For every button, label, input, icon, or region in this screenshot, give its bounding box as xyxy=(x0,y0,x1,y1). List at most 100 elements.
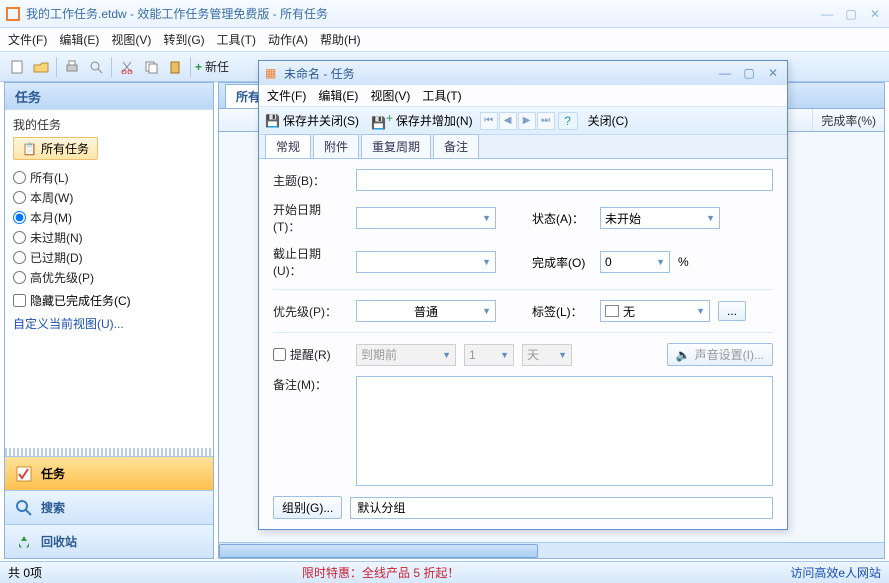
print-icon[interactable] xyxy=(61,56,83,78)
close-button-text[interactable]: 关闭(C) xyxy=(588,112,629,129)
dialog-minimize-button[interactable]: — xyxy=(717,66,733,80)
sound-button: 🔈声音设置(I)... xyxy=(667,343,773,366)
radio-month[interactable]: 本月(M) xyxy=(13,209,205,226)
dialog-form: 主题(B)： 开始日期(T)： ▼ 状态(A)： 未开始▼ 截止日期(U)： ▼… xyxy=(259,159,787,529)
dlg-menu-file[interactable]: 文件(F) xyxy=(267,87,306,104)
nav-tasks[interactable]: 任务 xyxy=(5,456,213,490)
dialog-close-button[interactable]: ✕ xyxy=(765,66,781,80)
menu-help[interactable]: 帮助(H) xyxy=(320,31,361,48)
due-label: 截止日期(U)： xyxy=(273,245,348,279)
customize-view-link[interactable]: 自定义当前视图(U)... xyxy=(13,315,124,332)
remind-check[interactable]: 提醒(R) xyxy=(273,346,348,363)
cut-icon[interactable] xyxy=(116,56,138,78)
tab-recur[interactable]: 重复周期 xyxy=(361,134,431,158)
check-icon xyxy=(15,465,33,483)
pct-spinner[interactable]: 0▼ xyxy=(600,251,670,273)
open-icon[interactable] xyxy=(30,56,52,78)
memo-label: 备注(M)： xyxy=(273,376,348,393)
tab-attach[interactable]: 附件 xyxy=(313,134,359,158)
status-link[interactable]: 访问高效e人网站 xyxy=(790,564,881,581)
save-add-icon: 💾+ xyxy=(371,111,393,130)
radio-all[interactable]: 所有(L) xyxy=(13,169,205,186)
nav-prev-icon[interactable]: ◀ xyxy=(499,112,517,130)
col-pct[interactable]: 完成率(%) xyxy=(812,109,884,131)
tags-label: 标签(L)： xyxy=(532,303,592,320)
task-icon: 📋 xyxy=(22,142,37,156)
pct-suffix: % xyxy=(678,255,689,269)
nav-last-icon[interactable]: ⏭ xyxy=(537,112,555,130)
group-button[interactable]: 组别(G)... xyxy=(273,496,342,519)
help-icon[interactable]: ? xyxy=(558,112,578,130)
task-dialog: ▦ 未命名 - 任务 — ▢ ✕ 文件(F) 编辑(E) 视图(V) 工具(T)… xyxy=(258,60,788,530)
nav-recycle[interactable]: 回收站 xyxy=(5,524,213,558)
sidebar-gripper[interactable] xyxy=(5,448,213,456)
menu-action[interactable]: 动作(A) xyxy=(268,31,308,48)
window-controls: — ▢ ✕ xyxy=(819,7,883,21)
menu-view[interactable]: 视图(V) xyxy=(111,31,151,48)
start-date-picker[interactable]: ▼ xyxy=(356,207,496,229)
search-icon xyxy=(15,499,33,517)
tab-general[interactable]: 常规 xyxy=(265,134,311,158)
copy-icon[interactable] xyxy=(140,56,162,78)
priority-label: 优先级(P)： xyxy=(273,303,348,320)
remind-unit-select: 天▼ xyxy=(522,344,572,366)
dlg-menu-edit[interactable]: 编辑(E) xyxy=(318,87,358,104)
tags-more-button[interactable]: ... xyxy=(718,301,746,321)
my-tasks-label: 我的任务 xyxy=(13,116,205,133)
dialog-toolbar: 💾 保存并关闭(S) 💾+ 保存并增加(N) ⏮ ◀ ▶ ⏭ ? 关闭(C) xyxy=(259,107,787,135)
toolbar-separator xyxy=(111,57,112,77)
save-close-button[interactable]: 保存并关闭(S) xyxy=(283,112,359,129)
start-label: 开始日期(T)： xyxy=(273,201,348,235)
close-button[interactable]: ✕ xyxy=(867,7,883,21)
paste-icon[interactable] xyxy=(164,56,186,78)
nav-tasks-label: 任务 xyxy=(41,465,65,482)
nav-search[interactable]: 搜索 xyxy=(5,490,213,524)
tags-select[interactable]: 无▼ xyxy=(600,300,710,322)
horizontal-scrollbar[interactable] xyxy=(219,542,884,558)
tab-notes[interactable]: 备注 xyxy=(433,134,479,158)
speaker-icon: 🔈 xyxy=(676,348,691,362)
save-add-button[interactable]: 保存并增加(N) xyxy=(396,112,473,129)
menu-tools[interactable]: 工具(T) xyxy=(217,31,256,48)
recycle-icon xyxy=(15,533,33,551)
new-task-button[interactable]: + 新任 xyxy=(195,58,229,75)
minimize-button[interactable]: — xyxy=(819,7,835,21)
dlg-menu-view[interactable]: 视图(V) xyxy=(370,87,410,104)
menu-goto[interactable]: 转到(G) xyxy=(163,31,204,48)
due-date-picker[interactable]: ▼ xyxy=(356,251,496,273)
preview-icon[interactable] xyxy=(85,56,107,78)
priority-select[interactable]: 普通▼ xyxy=(356,300,496,322)
dlg-menu-tools[interactable]: 工具(T) xyxy=(422,87,461,104)
nav-first-icon[interactable]: ⏮ xyxy=(480,112,498,130)
maximize-button[interactable]: ▢ xyxy=(843,7,859,21)
dialog-title: 未命名 - 任务 xyxy=(284,65,355,82)
dialog-menubar: 文件(F) 编辑(E) 视图(V) 工具(T) xyxy=(259,85,787,107)
group-field[interactable]: 默认分组 xyxy=(350,497,773,519)
new-doc-icon[interactable] xyxy=(6,56,28,78)
status-count: 共 0项 xyxy=(8,564,42,581)
all-tasks-chip-label: 所有任务 xyxy=(41,140,89,157)
status-promo[interactable]: 限时特惠：全线产品 5 折起！ xyxy=(302,564,459,581)
radio-week[interactable]: 本周(W) xyxy=(13,189,205,206)
statusbar: 共 0项 限时特惠：全线产品 5 折起！ 访问高效e人网站 xyxy=(0,561,889,583)
memo-textarea[interactable] xyxy=(356,376,773,486)
radio-notdue[interactable]: 未过期(N) xyxy=(13,229,205,246)
nav-search-label: 搜索 xyxy=(41,499,65,516)
dialog-maximize-button[interactable]: ▢ xyxy=(741,66,757,80)
radio-overdue[interactable]: 已过期(D) xyxy=(13,249,205,266)
main-menubar: 文件(F) 编辑(E) 视图(V) 转到(G) 工具(T) 动作(A) 帮助(H… xyxy=(0,28,889,52)
all-tasks-chip[interactable]: 📋 所有任务 xyxy=(13,137,98,160)
radio-high[interactable]: 高优先级(P) xyxy=(13,269,205,286)
menu-file[interactable]: 文件(F) xyxy=(8,31,47,48)
scrollbar-thumb[interactable] xyxy=(219,544,538,558)
dialog-titlebar: ▦ 未命名 - 任务 — ▢ ✕ xyxy=(259,61,787,85)
subject-input[interactable] xyxy=(356,169,773,191)
menu-edit[interactable]: 编辑(E) xyxy=(59,31,99,48)
nav-recycle-label: 回收站 xyxy=(41,533,77,550)
nav-next-icon[interactable]: ▶ xyxy=(518,112,536,130)
state-select[interactable]: 未开始▼ xyxy=(600,207,720,229)
pct-label: 完成率(O) xyxy=(532,254,592,271)
tag-swatch xyxy=(605,305,619,317)
save-icon: 💾 xyxy=(265,114,280,128)
hide-done-check[interactable]: 隐藏已完成任务(C) xyxy=(13,292,205,309)
